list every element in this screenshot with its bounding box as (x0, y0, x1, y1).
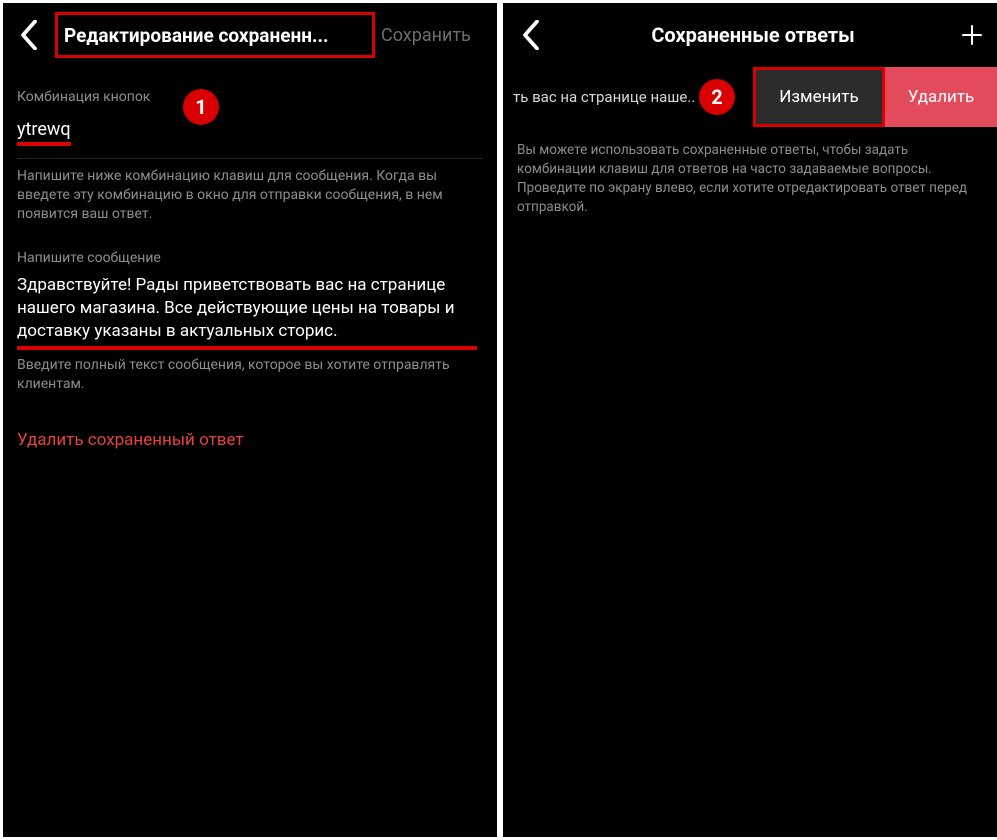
chevron-left-icon (20, 20, 38, 50)
edit-button[interactable]: Изменить (753, 67, 885, 127)
saved-reply-row[interactable]: ть вас на странице наше.. Изменить Удали… (503, 67, 997, 127)
add-button[interactable] (957, 20, 987, 50)
page-title: Редактирование сохраненн... (64, 24, 329, 47)
message-value: Здравствуйте! Рады приветствовать вас на… (17, 274, 483, 343)
message-section-label: Напишите сообщение (3, 224, 497, 266)
plus-icon (960, 23, 984, 47)
delete-saved-reply-button[interactable]: Удалить сохраненный ответ (3, 394, 497, 450)
info-text: Вы можете использовать сохраненные ответ… (503, 127, 997, 217)
annotation-badge-2: 2 (699, 79, 735, 115)
back-button[interactable] (11, 17, 47, 53)
message-hint: Введите полный текст сообщения, которое … (3, 350, 497, 394)
chevron-left-icon (522, 20, 540, 50)
delete-button[interactable]: Удалить (885, 67, 997, 127)
header: Редактирование сохраненн... Сохранить (3, 3, 497, 67)
shortcut-value: ytrewq (17, 119, 71, 146)
message-field[interactable]: Здравствуйте! Рады приветствовать вас на… (3, 266, 497, 351)
shortcut-hint: Напишите ниже комбинацию клавиш для сооб… (3, 159, 497, 224)
back-button[interactable] (513, 17, 549, 53)
header: Сохраненные ответы (503, 3, 997, 67)
screen-edit-saved-reply: Редактирование сохраненн... Сохранить 1 … (3, 3, 497, 837)
screen-saved-replies-list: Сохраненные ответы 2 ть вас на странице … (503, 3, 997, 837)
title-highlight: Редактирование сохраненн... (55, 12, 375, 58)
save-button[interactable]: Сохранить (381, 25, 471, 46)
shortcut-field[interactable]: ytrewq (3, 105, 497, 146)
shortcut-section-label: Комбинация кнопок (3, 67, 497, 105)
page-title: Сохраненные ответы (549, 23, 957, 47)
